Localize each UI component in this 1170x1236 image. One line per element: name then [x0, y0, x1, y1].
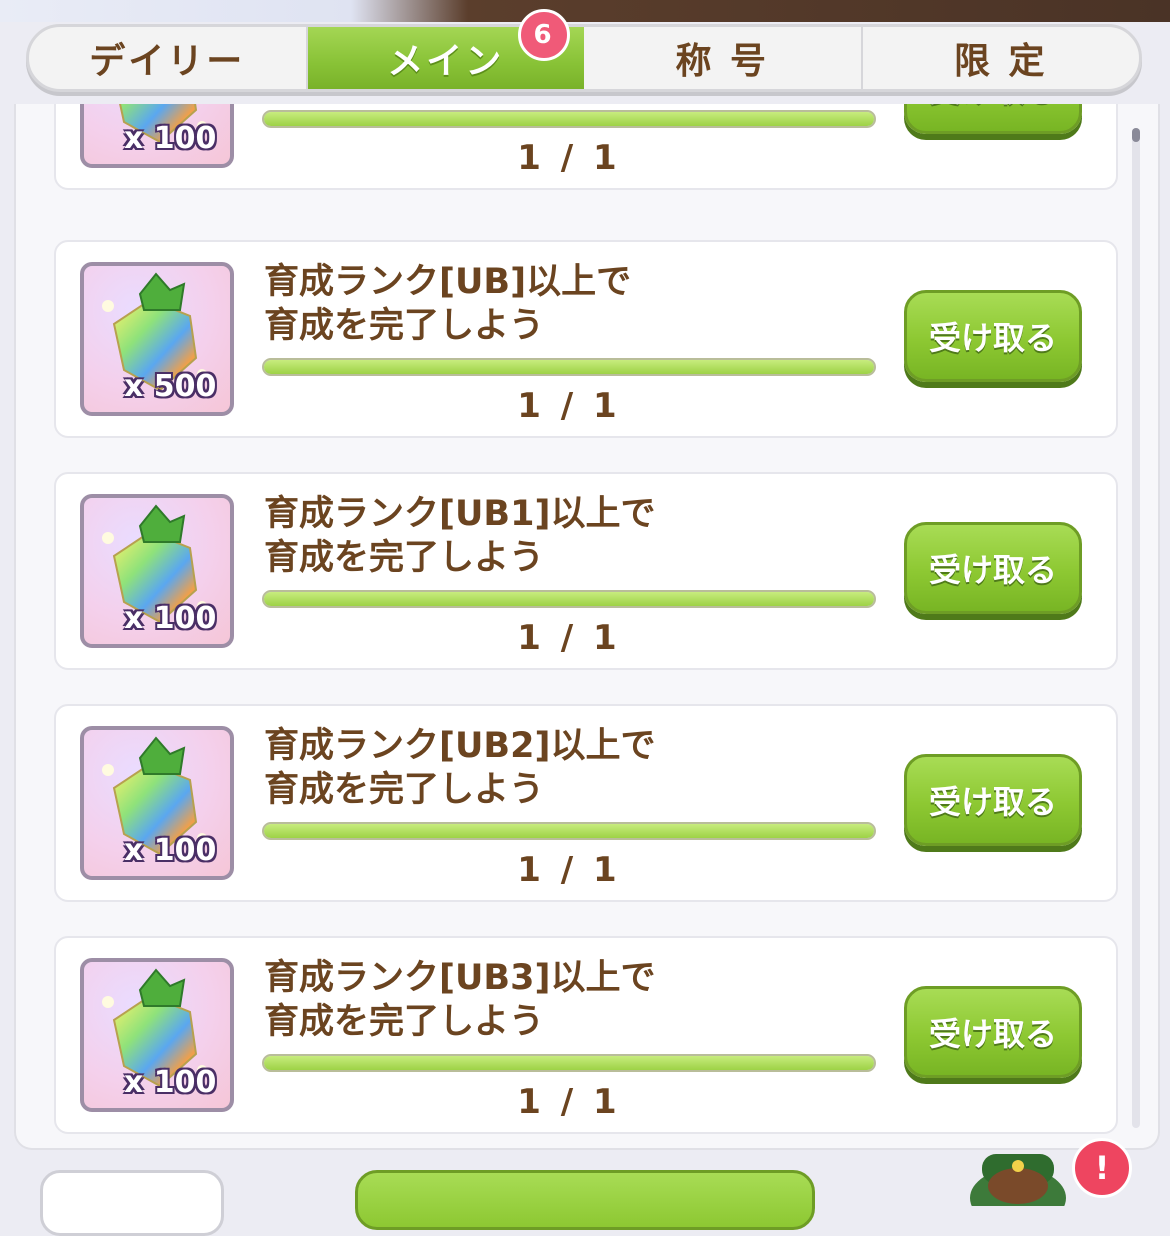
mission-title-line1: 育成ランク[UB3]以上で: [264, 958, 656, 998]
claim-button[interactable]: 受け取る: [904, 290, 1082, 382]
mission-title-line2: 育成を完了しよう: [264, 306, 545, 346]
progress-fill: [264, 592, 874, 606]
mission-title: 育成ランク[UB3]以上で 育成を完了しよう: [264, 956, 884, 1044]
claim-button[interactable]: 受け取る: [904, 754, 1082, 846]
bottom-primary-button[interactable]: [355, 1170, 815, 1230]
alert-badge: !: [1072, 1138, 1132, 1198]
reward-quantity: x 100: [124, 833, 217, 868]
claim-button[interactable]: 受け取る: [904, 986, 1082, 1078]
tab-main-label: メイン: [387, 41, 505, 82]
progress-bar: [262, 590, 876, 608]
progress-text: 1 / 1: [517, 138, 621, 178]
reward-quantity: x 500: [124, 369, 217, 404]
progress-fill: [264, 360, 874, 374]
mascot-character-icon[interactable]: [958, 1136, 1078, 1206]
tab-limited[interactable]: 限 定: [863, 27, 1140, 89]
mission-title-line1: 育成ランク[UB]以上で: [264, 262, 632, 302]
mission-title-line2: 育成を完了しよう: [264, 538, 545, 578]
mission-title: 育成ランク[UB]以上で 育成を完了しよう: [264, 260, 884, 348]
reward-quantity: x 100: [124, 601, 217, 636]
progress-fill: [264, 112, 874, 126]
tab-titles[interactable]: 称 号: [584, 27, 863, 89]
mission-title-line1: 育成ランク[UB1]以上で: [264, 494, 656, 534]
scrollbar[interactable]: [1132, 128, 1140, 1128]
mission-card: x 100 育成を完了しよう 1 / 1 受け取る: [54, 104, 1118, 190]
progress-text: 1 / 1: [517, 1082, 621, 1122]
progress-text: 1 / 1: [517, 850, 621, 890]
reward-icon[interactable]: x 100: [80, 958, 234, 1112]
mission-card: x 100 育成ランク[UB3]以上で 育成を完了しよう 1 / 1 受け取る: [54, 936, 1118, 1134]
mission-card: x 100 育成ランク[UB2]以上で 育成を完了しよう 1 / 1 受け取る: [54, 704, 1118, 902]
bottom-secondary-button[interactable]: [40, 1170, 224, 1236]
mission-list-panel[interactable]: x 100 育成を完了しよう 1 / 1 受け取る x 500 育成ランク[UB…: [14, 104, 1160, 1150]
mission-title-line1: 育成ランク[UB2]以上で: [264, 726, 656, 766]
progress-bar: [262, 358, 876, 376]
reward-icon[interactable]: x 100: [80, 104, 234, 168]
progress-fill: [264, 824, 874, 838]
mission-title: 育成ランク[UB2]以上で 育成を完了しよう: [264, 724, 884, 812]
reward-icon[interactable]: x 500: [80, 262, 234, 416]
mission-tabbar: デイリー メイン 6 称 号 限 定: [26, 9, 1142, 92]
progress-bar: [262, 1054, 876, 1072]
mission-card: x 100 育成ランク[UB1]以上で 育成を完了しよう 1 / 1 受け取る: [54, 472, 1118, 670]
mission-title-line2: 育成を完了しよう: [264, 1002, 545, 1042]
tab-daily[interactable]: デイリー: [29, 27, 308, 89]
top-banner: [0, 0, 1170, 22]
notification-badge: 6: [518, 9, 570, 61]
reward-quantity: x 100: [124, 1065, 217, 1100]
tab-main[interactable]: メイン 6: [307, 9, 584, 89]
reward-quantity: x 100: [124, 121, 217, 156]
tab-titles-label: 称 号: [675, 41, 770, 82]
progress-text: 1 / 1: [517, 618, 621, 658]
reward-icon[interactable]: x 100: [80, 494, 234, 648]
tab-limited-label: 限 定: [953, 41, 1048, 82]
progress-text: 1 / 1: [517, 386, 621, 426]
mission-title: 育成ランク[UB1]以上で 育成を完了しよう: [264, 492, 884, 580]
progress-bar: [262, 822, 876, 840]
mission-title-line2: 育成を完了しよう: [264, 770, 545, 810]
claim-button[interactable]: 受け取る: [904, 522, 1082, 614]
scrollbar-thumb[interactable]: [1132, 128, 1140, 142]
mission-card: x 500 育成ランク[UB]以上で 育成を完了しよう 1 / 1 受け取る: [54, 240, 1118, 438]
claim-button[interactable]: 受け取る: [904, 104, 1082, 134]
progress-fill: [264, 1056, 874, 1070]
tab-daily-label: デイリー: [89, 41, 246, 82]
progress-bar: [262, 110, 876, 128]
reward-icon[interactable]: x 100: [80, 726, 234, 880]
